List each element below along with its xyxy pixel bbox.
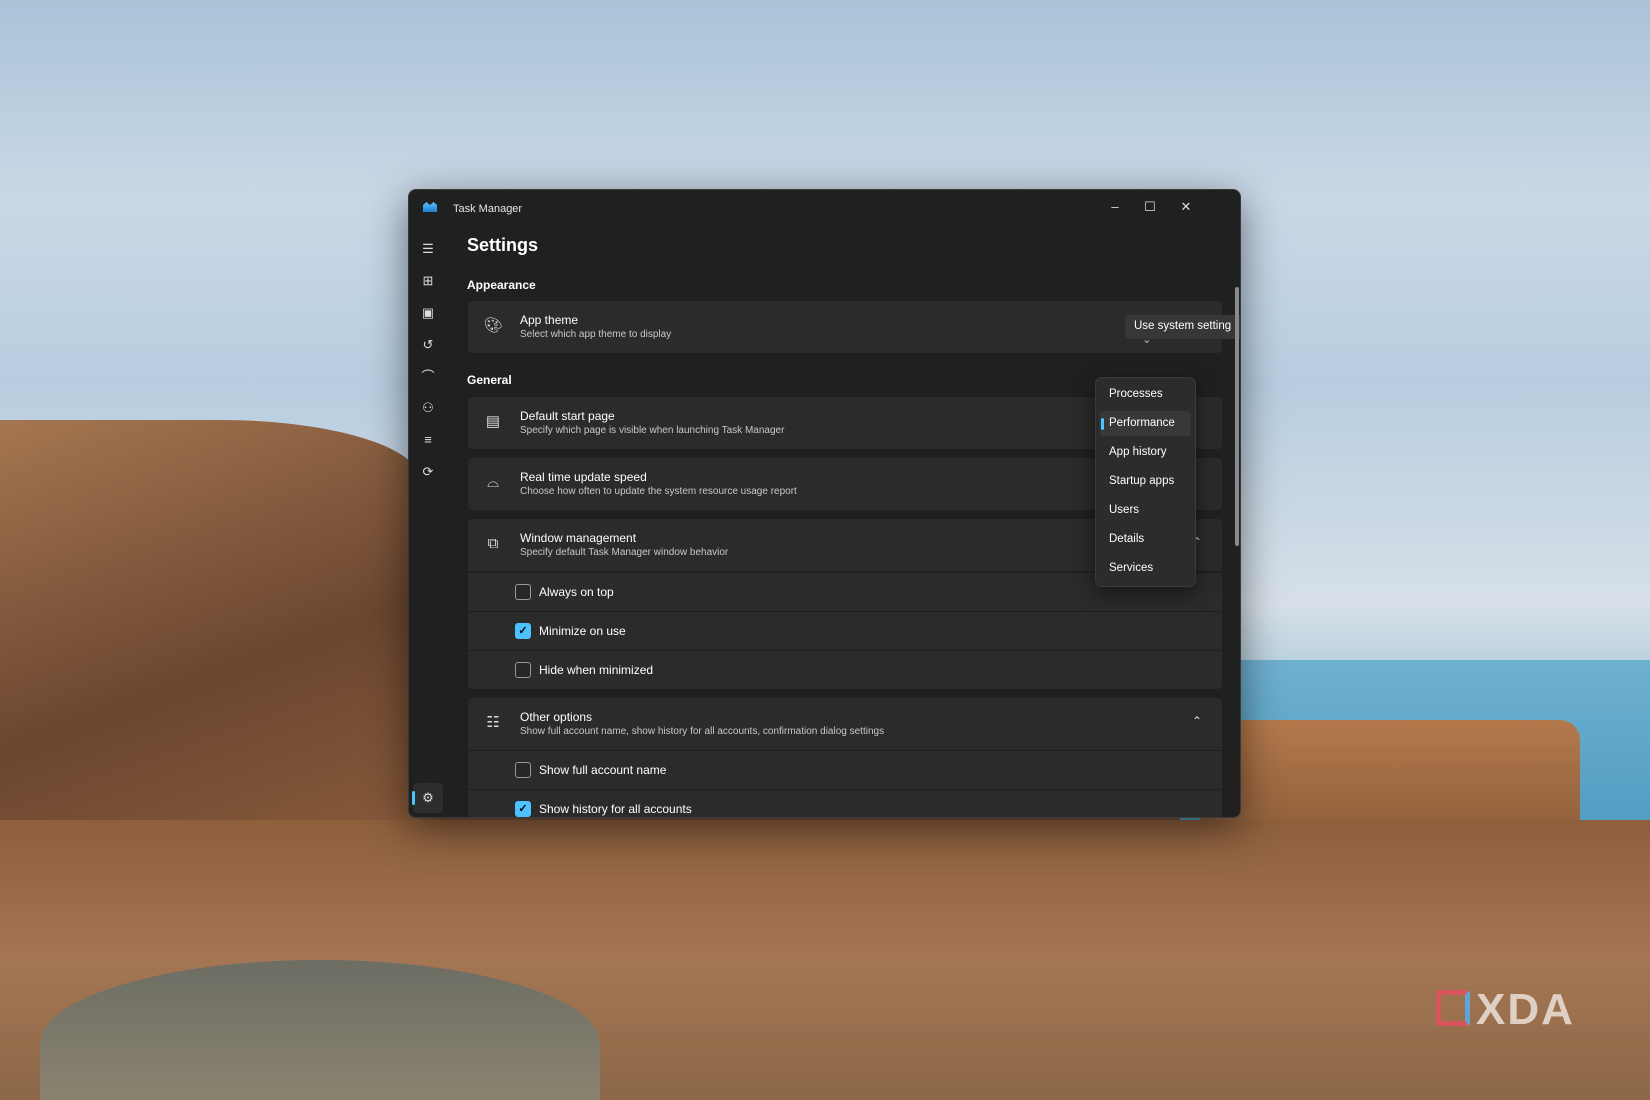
show-history-label: Show history for all accounts — [539, 802, 692, 816]
menu-item-startup-apps[interactable]: Startup apps — [1100, 469, 1191, 494]
menu-item-performance-label: Performance — [1109, 417, 1175, 429]
app-theme-card: 🎨︎ App theme Select which app theme to d… — [468, 301, 1240, 353]
show-full-account-name-row[interactable]: Show full account name — [468, 750, 1222, 789]
palette-icon: 🎨︎ — [483, 317, 503, 334]
hide-when-minimized-checkbox[interactable] — [515, 662, 531, 678]
task-manager-icon — [423, 202, 437, 212]
other-options-label: Other options — [520, 710, 593, 724]
show-full-account-name-label: Show full account name — [539, 763, 667, 777]
app-history-icon[interactable]: ↺ — [417, 334, 439, 356]
nav-selection-indicator — [412, 791, 415, 805]
startup-apps-icon[interactable]: ⌒ — [417, 366, 439, 388]
menu-item-users[interactable]: Users — [1100, 498, 1191, 523]
minimize-on-use-checkbox[interactable]: ✓ — [515, 623, 531, 639]
start-page-menu: Processes Performance App history Startu… — [1095, 377, 1196, 587]
chevron-down-icon: ⌄ — [1142, 334, 1152, 346]
xda-logo-bracket — [1436, 990, 1470, 1026]
menu-item-processes[interactable]: Processes — [1100, 382, 1191, 407]
window-icon: ⧉ — [487, 535, 499, 552]
hide-when-minimized-label: Hide when minimized — [539, 663, 654, 677]
selection-indicator — [1101, 418, 1104, 430]
menu-item-details[interactable]: Details — [1100, 527, 1191, 552]
other-options-card[interactable]: ☷ Other options Show full account name, … — [468, 698, 1222, 750]
default-start-page-label: Default start page — [520, 409, 615, 423]
window-management-label: Window management — [520, 531, 637, 545]
app-theme-desc: Select which app theme to display — [520, 329, 672, 340]
options-list-icon: ☷ — [486, 714, 500, 731]
update-speed-label: Real time update speed — [520, 470, 647, 484]
show-history-checkbox[interactable]: ✓ — [515, 801, 531, 817]
speedometer-icon: ⌓ — [487, 474, 499, 491]
minimize-on-use-label: Minimize on use — [539, 624, 626, 638]
always-on-top-checkbox[interactable] — [515, 584, 531, 600]
performance-icon[interactable]: ▣ — [417, 302, 439, 324]
minimize-button[interactable]: – — [1098, 194, 1132, 220]
task-manager-window: Task Manager – ☐ ✕ ☰ ⊞ ▣ ↺ ⌒ ⚇ ≡ ⟳ ⚙ Set… — [408, 189, 1241, 818]
show-full-account-name-checkbox[interactable] — [515, 762, 531, 778]
minimize-on-use-row[interactable]: ✓ Minimize on use — [468, 611, 1222, 650]
app-theme-label: App theme — [520, 313, 579, 327]
scrollbar-thumb[interactable] — [1235, 287, 1239, 546]
app-theme-value: Use system setting — [1134, 320, 1232, 332]
section-appearance: Appearance — [467, 278, 536, 292]
default-start-page-desc: Specify which page is visible when launc… — [520, 425, 785, 436]
other-options-desc: Show full account name, show history for… — [520, 726, 885, 737]
always-on-top-label: Always on top — [539, 585, 614, 599]
show-history-row[interactable]: ✓ Show history for all accounts — [468, 789, 1222, 817]
app-theme-dropdown[interactable]: Use system setting ⌄ — [1125, 315, 1240, 346]
xda-watermark: XDA — [1476, 985, 1575, 1034]
window-management-desc: Specify default Task Manager window beha… — [520, 547, 729, 558]
update-speed-desc: Choose how often to update the system re… — [520, 486, 797, 497]
menu-item-performance[interactable]: Performance — [1100, 411, 1191, 436]
users-icon[interactable]: ⚇ — [417, 397, 439, 419]
section-general: General — [467, 373, 512, 387]
close-button[interactable]: ✕ — [1169, 194, 1203, 220]
maximize-button[interactable]: ☐ — [1133, 194, 1167, 220]
hide-when-minimized-row[interactable]: Hide when minimized — [468, 650, 1222, 689]
details-icon[interactable]: ≡ — [417, 429, 439, 451]
processes-icon[interactable]: ⊞ — [417, 270, 439, 292]
services-icon[interactable]: ⟳ — [417, 461, 439, 483]
menu-item-services[interactable]: Services — [1100, 556, 1191, 581]
start-page-icon: ▤ — [485, 413, 501, 430]
window-title: Task Manager — [453, 203, 523, 215]
menu-item-app-history[interactable]: App history — [1100, 440, 1191, 465]
chevron-up-icon[interactable]: ⌃ — [1192, 714, 1202, 728]
page-title: Settings — [467, 235, 539, 255]
hamburger-icon[interactable]: ☰ — [417, 238, 439, 260]
settings-icon[interactable]: ⚙ — [413, 783, 443, 813]
